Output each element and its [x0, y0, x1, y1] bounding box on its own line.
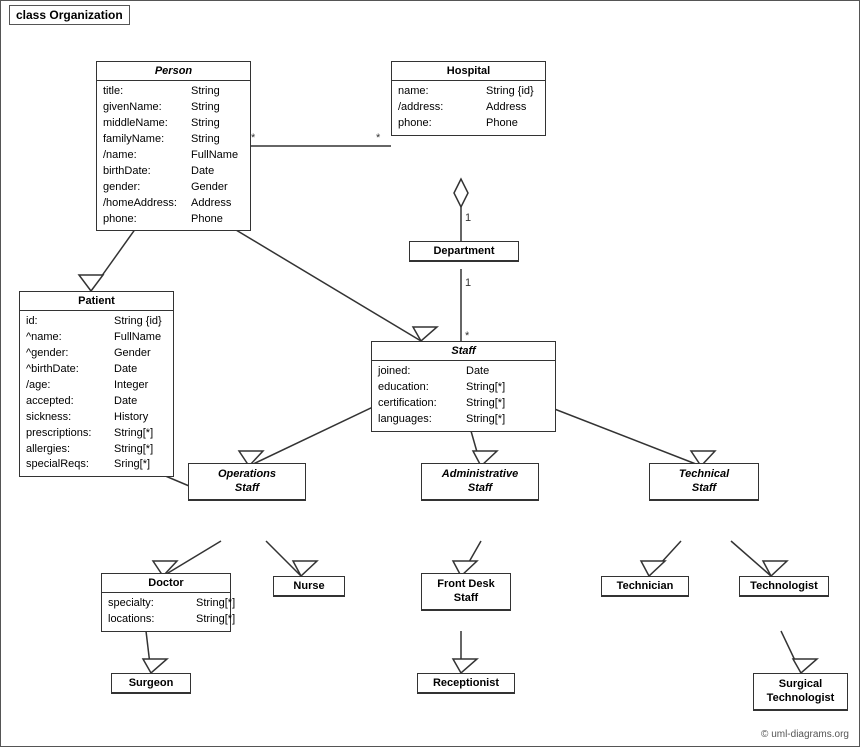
technologist-class: Technologist [739, 576, 829, 597]
hospital-class: Hospital name:String {id} /address:Addre… [391, 61, 546, 136]
technician-class: Technician [601, 576, 689, 597]
svg-text:1: 1 [465, 212, 471, 224]
staff-title: Staff [372, 342, 555, 361]
technologist-title: Technologist [740, 577, 828, 596]
administrative-staff-class: Administrative Staff [421, 463, 539, 501]
receptionist-title: Receptionist [418, 674, 514, 693]
nurse-title: Nurse [274, 577, 344, 596]
front-desk-staff-title: Front Desk Staff [422, 574, 510, 610]
svg-text:*: * [251, 132, 256, 144]
hospital-attrs: name:String {id} /address:Address phone:… [392, 81, 545, 135]
diagram-title: class Organization [9, 5, 130, 25]
front-desk-staff-class: Front Desk Staff [421, 573, 511, 611]
administrative-staff-title: Administrative Staff [422, 464, 538, 500]
person-class: Person title:String givenName:String mid… [96, 61, 251, 231]
doctor-attrs: specialty:String[*] locations:String[*] [102, 593, 230, 631]
patient-title: Patient [20, 292, 173, 311]
diagram-container: class Organization * * 1 * 1 * * * [0, 0, 860, 747]
surgical-technologist-title: Surgical Technologist [754, 674, 847, 710]
technical-staff-class: Technical Staff [649, 463, 759, 501]
patient-class: Patient id:String {id} ^name:FullName ^g… [19, 291, 174, 477]
operations-staff-class: Operations Staff [188, 463, 306, 501]
technician-title: Technician [602, 577, 688, 596]
nurse-class: Nurse [273, 576, 345, 597]
hospital-title: Hospital [392, 62, 545, 81]
receptionist-class: Receptionist [417, 673, 515, 694]
department-class: Department [409, 241, 519, 262]
surgical-technologist-class: Surgical Technologist [753, 673, 848, 711]
patient-attrs: id:String {id} ^name:FullName ^gender:Ge… [20, 311, 173, 476]
staff-class: Staff joined:Date education:String[*] ce… [371, 341, 556, 432]
staff-attrs: joined:Date education:String[*] certific… [372, 361, 555, 431]
person-attrs: title:String givenName:String middleName… [97, 81, 250, 230]
svg-text:*: * [376, 132, 381, 144]
surgeon-class: Surgeon [111, 673, 191, 694]
svg-text:1: 1 [465, 277, 471, 289]
doctor-class: Doctor specialty:String[*] locations:Str… [101, 573, 231, 632]
doctor-title: Doctor [102, 574, 230, 593]
copyright: © uml-diagrams.org [761, 729, 849, 740]
person-title: Person [97, 62, 250, 81]
technical-staff-title: Technical Staff [650, 464, 758, 500]
operations-staff-title: Operations Staff [189, 464, 305, 500]
surgeon-title: Surgeon [112, 674, 190, 693]
department-title: Department [410, 242, 518, 261]
